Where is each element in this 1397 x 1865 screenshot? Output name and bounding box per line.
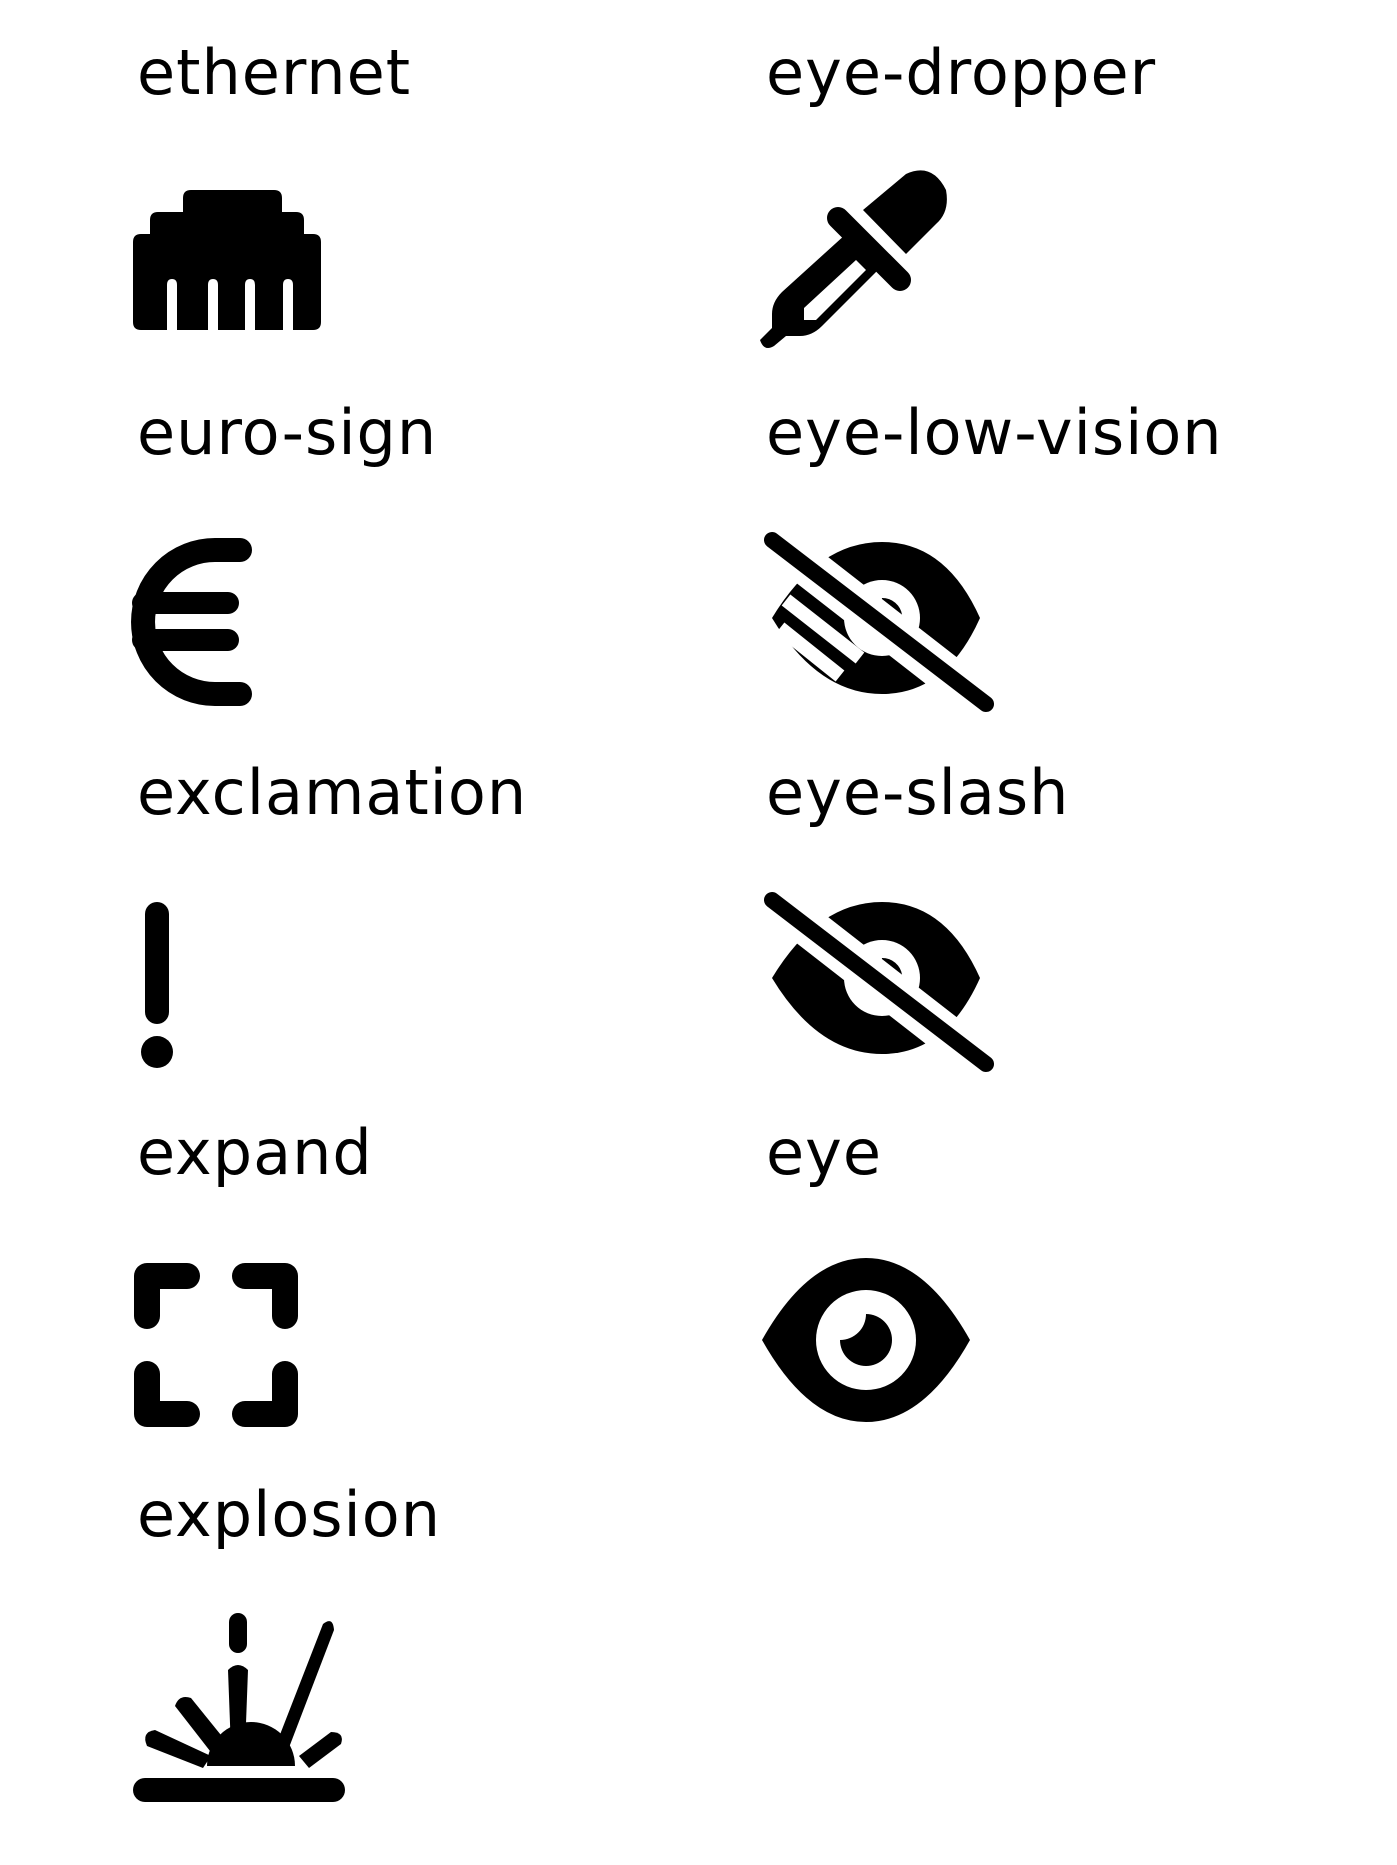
expand-label: expand bbox=[137, 1116, 373, 1189]
exclamation-label: exclamation bbox=[137, 756, 528, 829]
eye-slash-icon bbox=[760, 888, 998, 1078]
eye-slash-label: eye-slash bbox=[766, 756, 1070, 829]
eye-low-vision-icon bbox=[760, 528, 998, 718]
eye-dropper-icon bbox=[760, 168, 956, 358]
eye-dropper-label: eye-dropper bbox=[766, 36, 1157, 109]
euro-sign-label: euro-sign bbox=[137, 396, 438, 469]
exclamation-icon bbox=[140, 902, 174, 1070]
ethernet-label: ethernet bbox=[137, 36, 412, 109]
explosion-label: explosion bbox=[137, 1478, 442, 1551]
expand-icon bbox=[133, 1262, 299, 1428]
ethernet-icon bbox=[133, 190, 323, 334]
eye-label: eye bbox=[766, 1116, 882, 1189]
explosion-icon bbox=[133, 1610, 345, 1802]
eye-low-vision-label: eye-low-vision bbox=[766, 396, 1223, 469]
euro-sign-icon bbox=[131, 538, 253, 706]
eye-icon bbox=[760, 1256, 972, 1424]
